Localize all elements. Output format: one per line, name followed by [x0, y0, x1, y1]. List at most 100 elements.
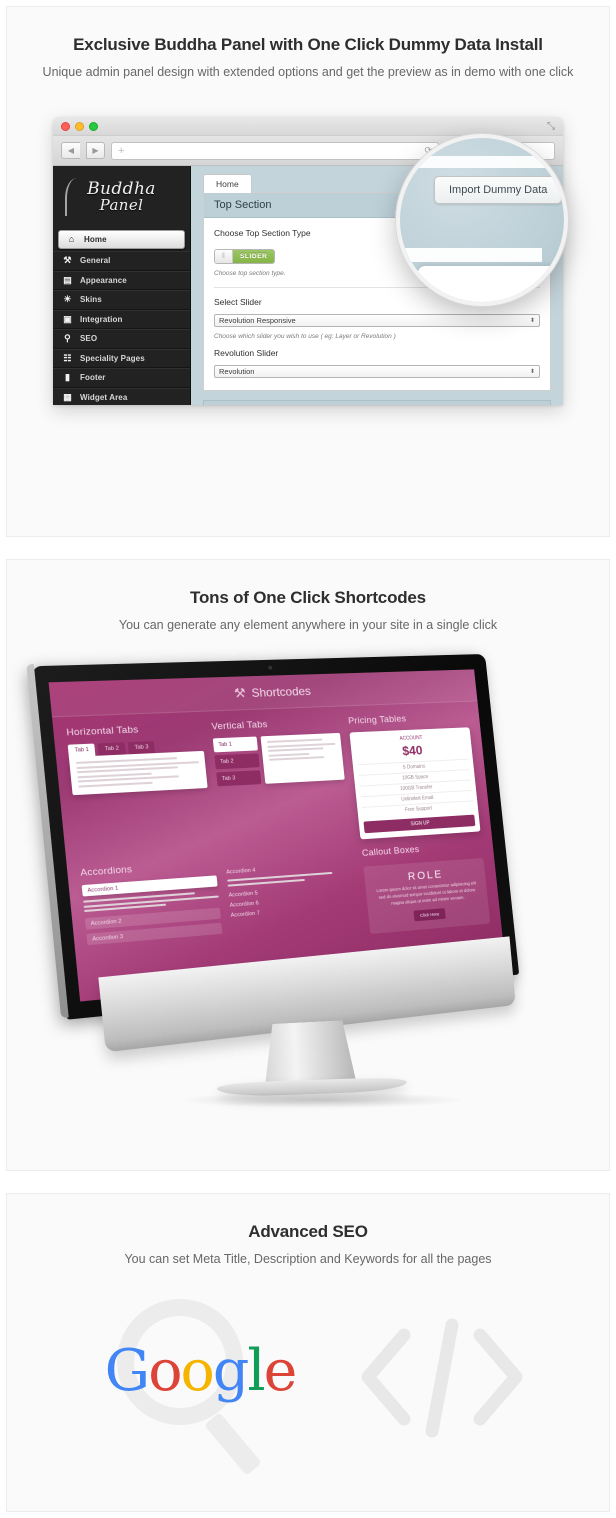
address-bar[interactable]: + ⟳	[111, 141, 439, 160]
skins-icon: ☀	[63, 294, 72, 305]
magnifier-import-dummy-data: Import Dummy Data	[396, 134, 568, 306]
sidebar-item-general[interactable]: ⚒ General	[53, 251, 190, 271]
sidebar-item-label: General	[80, 256, 111, 266]
tab-panel-content	[68, 750, 208, 796]
sidebar-item-skins[interactable]: ☀ Skins	[53, 290, 190, 310]
vertical-tabs-block: Vertical Tabs Tab 1 Tab 2 Tab 3	[211, 716, 351, 848]
brand-line-2: Panel	[99, 196, 144, 214]
imac-mockup: ⚒ Shortcodes Horizontal Tabs Tab 1 Tab 2	[31, 653, 559, 1126]
page-title: Exclusive Buddha Panel with One Click Du…	[73, 35, 543, 54]
sidebar-item-label: Footer	[80, 373, 106, 383]
code-brackets-icon	[352, 1307, 532, 1447]
text-line	[268, 747, 324, 752]
new-tab-icon[interactable]: +	[118, 145, 124, 157]
sidebar-item-label: Speciality Pages	[80, 353, 145, 363]
page-subtitle: You can generate any element anywhere in…	[118, 618, 498, 633]
horizontal-tabs-heading: Horizontal Tabs	[65, 724, 139, 739]
google-letter-g: G	[104, 1338, 151, 1404]
import-dummy-data-button[interactable]: Import Dummy Data	[434, 176, 563, 204]
tab-2[interactable]: Tab 2	[97, 742, 126, 756]
feature-page: Exclusive Buddha Panel with One Click Du…	[0, 0, 616, 1518]
sidebar-item-footer[interactable]: ▮ Footer	[53, 368, 190, 388]
camera-icon	[268, 665, 273, 670]
hint-select-slider: Choose which slider you wish to use ( eg…	[214, 333, 396, 340]
text-line	[267, 742, 336, 748]
accordion-item[interactable]: Accordion 1	[81, 875, 218, 897]
price-signup-button[interactable]: SIGN UP	[363, 814, 476, 834]
footer-icon: ▮	[64, 372, 71, 383]
callout-box: ROLE Lorem ipsum dolor sit amet consecte…	[363, 857, 491, 935]
card-header: Exclusive Buddha Panel with One Click Du…	[7, 7, 609, 81]
imac-shadow	[177, 1092, 467, 1108]
sidebar-item-label: Skins	[80, 295, 102, 305]
maximize-icon[interactable]	[89, 122, 98, 131]
google-logo: Google	[95, 1343, 305, 1400]
home-icon: ⌂	[68, 234, 75, 244]
accordions-block-right: Accordion 4 Accordion 5 Accordion 6 Acco…	[225, 849, 361, 946]
integration-icon: ▣	[63, 313, 72, 324]
price-amount: $40	[401, 742, 424, 759]
vtab-1[interactable]: Tab 1	[212, 736, 259, 753]
sidebar-item-appearance[interactable]: ▤ Appearance	[53, 270, 190, 290]
select-slider-dropdown[interactable]: Revolution Responsive ⬍	[214, 314, 540, 327]
vertical-tabs-heading: Vertical Tabs	[211, 719, 269, 733]
vertical-tab-stack: Tab 1 Tab 2 Tab 3	[212, 736, 262, 787]
widget-icon: ▦	[63, 391, 72, 402]
callout-button[interactable]: Click Here	[413, 908, 447, 922]
tabs-row: Horizontal Tabs Tab 1 Tab 2 Tab 3 Vertic…	[66, 711, 481, 858]
select-slider-value: Revolution Responsive	[219, 316, 296, 325]
tab-1[interactable]: Tab 1	[67, 743, 96, 758]
google-letter-o2: o	[180, 1338, 215, 1404]
tools-icon: ⚒	[63, 255, 72, 266]
fullscreen-icon[interactable]: ⤡	[547, 121, 555, 132]
sidebar-item-home[interactable]: ⌂ Home	[58, 230, 185, 249]
sidebar-item-widget-area[interactable]: ▦ Widget Area	[53, 387, 190, 405]
pricing-heading: Pricing Tables	[347, 713, 407, 727]
tab-3[interactable]: Tab 3	[127, 740, 156, 755]
back-button[interactable]: ◀	[61, 142, 80, 159]
magnified-band	[400, 248, 542, 262]
chevron-updown-icon: ⬍	[529, 368, 535, 375]
magnified-panel-edge	[418, 266, 564, 302]
vtab-2[interactable]: Tab 2	[214, 753, 260, 770]
close-icon[interactable]	[61, 122, 70, 131]
revolution-slider-dropdown[interactable]: Revolution ⬍	[214, 365, 540, 378]
revolution-slider-value: Revolution	[219, 367, 255, 376]
page-title: Tons of One Click Shortcodes	[190, 588, 426, 607]
sidebar-item-label: Widget Area	[80, 392, 128, 402]
page-subtitle: Unique admin panel design with extended …	[42, 65, 574, 80]
vtab-3[interactable]: Tab 3	[216, 770, 262, 787]
page-subtitle: You can set Meta Title, Description and …	[124, 1252, 492, 1267]
card-header: Advanced SEO You can set Meta Title, Des…	[7, 1194, 609, 1268]
forward-button[interactable]: ▶	[86, 142, 105, 159]
accordions-row: Accordions Accordion 1 Accordion 2 Accor…	[80, 840, 491, 959]
sidebar-item-speciality-pages[interactable]: ☷ Speciality Pages	[53, 348, 190, 368]
seo-illustration: Google	[7, 1289, 609, 1476]
window-controls[interactable]	[61, 122, 98, 131]
panel-title-seo[interactable]: SEO	[203, 400, 551, 405]
minimize-icon[interactable]	[75, 122, 84, 131]
admin-sidebar: Buddha Panel ⌂ Home ⚒ General ▤ Appearan…	[53, 166, 191, 405]
grid-icon: ☷	[63, 352, 72, 363]
top-section-type-toggle[interactable]: ‖ SLIDER	[214, 249, 276, 264]
vertical-tab-group: Tab 1 Tab 2 Tab 3	[212, 732, 345, 787]
sidebar-item-seo[interactable]: ⚲ SEO	[53, 329, 190, 349]
tab-home[interactable]: Home	[203, 174, 252, 193]
google-letter-g2: g	[212, 1338, 249, 1404]
feature-card-buddha-panel: Exclusive Buddha Panel with One Click Du…	[6, 6, 610, 537]
shortcodes-page-title: Shortcodes	[250, 683, 312, 700]
pricing-block: Pricing Tables ACCOUNT $40 5 Domains 10G…	[347, 711, 481, 840]
magnifier-handle-icon	[204, 1412, 262, 1476]
toggle-knob-icon: ‖	[215, 250, 233, 263]
text-line	[268, 756, 325, 761]
google-logo-group: Google	[95, 1299, 305, 1476]
chevron-updown-icon: ⬍	[529, 317, 535, 324]
text-line	[78, 781, 153, 788]
admin-menu-list: ⌂ Home ⚒ General ▤ Appearance ☀ Skins ▣ …	[53, 230, 190, 405]
wrench-icon: ⚒	[233, 684, 247, 701]
sidebar-item-integration[interactable]: ▣ Integration	[53, 309, 190, 329]
google-letter-o1: o	[148, 1338, 182, 1404]
horizontal-tabs-block: Horizontal Tabs Tab 1 Tab 2 Tab 3	[66, 722, 214, 858]
sidebar-item-label: Home	[84, 235, 107, 244]
pricing-table: ACCOUNT $40 5 Domains 10GB Space 100GB T…	[349, 727, 481, 840]
